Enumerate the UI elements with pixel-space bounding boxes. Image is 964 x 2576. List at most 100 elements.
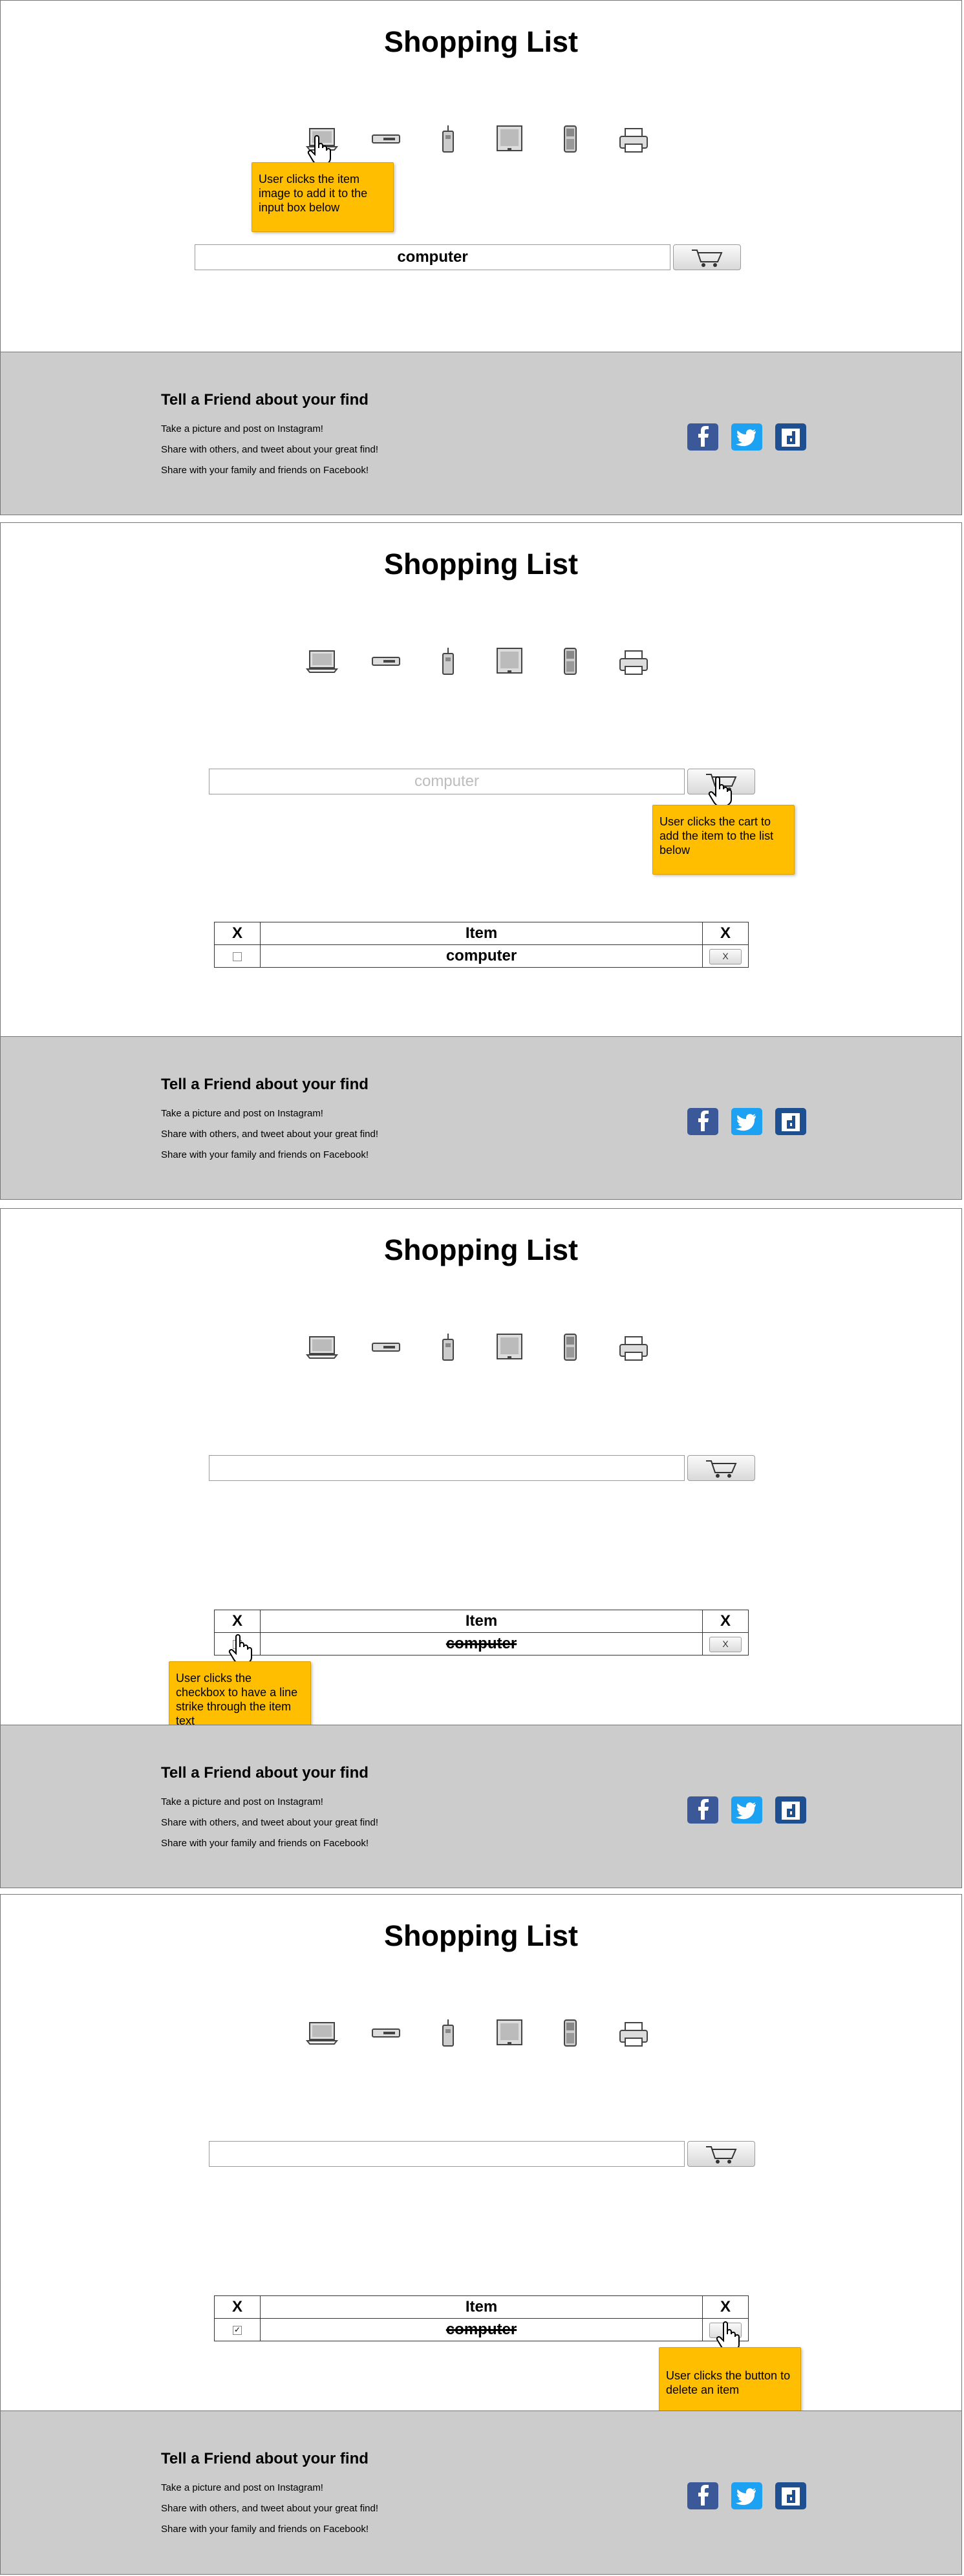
monitor-icon[interactable] — [496, 1333, 523, 1365]
phone-icon[interactable] — [440, 125, 456, 156]
footer-heading: Tell a Friend about your find — [161, 391, 369, 409]
column-header-check: X — [214, 922, 261, 945]
table-header-row: X Item X — [214, 1610, 749, 1633]
printer-icon[interactable] — [619, 1336, 648, 1365]
column-header-delete: X — [702, 1610, 749, 1633]
digg-icon[interactable] — [775, 423, 806, 451]
mobile-phone-icon[interactable] — [563, 647, 577, 679]
footer-line-1: Take a picture and post on Instagram! — [161, 423, 323, 434]
footer-line-1: Take a picture and post on Instagram! — [161, 1796, 323, 1807]
footer-line-3: Share with your family and friends on Fa… — [161, 1838, 369, 1849]
digg-icon[interactable] — [775, 2482, 806, 2509]
panel-step-1: Shopping List User clicks the item image… — [0, 0, 962, 515]
facebook-icon[interactable] — [687, 423, 718, 451]
mobile-phone-icon[interactable] — [563, 125, 577, 156]
hand-cursor-icon — [307, 135, 331, 165]
mobile-phone-icon[interactable] — [563, 2019, 577, 2050]
footer-line-1: Take a picture and post on Instagram! — [161, 1108, 323, 1119]
footer-line-2: Share with others, and tweet about your … — [161, 444, 379, 455]
laptop-icon[interactable] — [305, 1334, 339, 1363]
annotation-note-2: User clicks the cart to add the item to … — [652, 805, 795, 875]
digg-icon[interactable] — [775, 1108, 806, 1135]
twitter-icon[interactable] — [731, 423, 762, 451]
cart-icon — [706, 2146, 737, 2164]
delete-item-button[interactable]: X — [709, 948, 742, 964]
column-header-item: Item — [260, 2295, 703, 2319]
facebook-icon[interactable] — [687, 1108, 718, 1135]
footer-line-2: Share with others, and tweet about your … — [161, 2503, 379, 2514]
footer: Tell a Friend about your find Take a pic… — [1, 1725, 961, 1888]
monitor-icon[interactable] — [496, 2019, 523, 2050]
panel-step-2: Shopping List computer User clicks the c… — [0, 522, 962, 1200]
item-icon-row — [305, 2019, 655, 2052]
page-title: Shopping List — [384, 548, 578, 580]
add-to-cart-button[interactable] — [673, 244, 741, 270]
dvd-player-icon[interactable] — [372, 1342, 400, 1356]
twitter-icon[interactable] — [731, 2482, 762, 2509]
table-header-row: X Item X — [214, 2295, 749, 2319]
footer-line-1: Take a picture and post on Instagram! — [161, 2482, 323, 2493]
column-header-item: Item — [260, 922, 703, 945]
item-text: computer — [445, 2321, 517, 2338]
column-header-delete: X — [702, 922, 749, 945]
printer-icon[interactable] — [619, 127, 648, 156]
item-checkbox[interactable] — [233, 952, 242, 961]
annotation-note-1: User clicks the item image to add it to … — [252, 162, 394, 232]
footer: Tell a Friend about your find Take a pic… — [1, 1036, 961, 1199]
item-input[interactable] — [209, 1455, 685, 1481]
footer: Tell a Friend about your find Take a pic… — [1, 2411, 961, 2574]
add-to-cart-button[interactable] — [687, 2141, 755, 2167]
shopping-list-table: X Item X ✓ computer X — [214, 1610, 749, 1655]
footer-line-2: Share with others, and tweet about your … — [161, 1129, 379, 1140]
monitor-icon[interactable] — [496, 125, 523, 156]
footer: Tell a Friend about your find Take a pic… — [1, 352, 961, 515]
phone-icon[interactable] — [440, 2019, 456, 2050]
footer-line-3: Share with your family and friends on Fa… — [161, 1149, 369, 1160]
dvd-player-icon[interactable] — [372, 134, 400, 147]
page-title: Shopping List — [384, 1233, 578, 1266]
item-icon-row — [305, 647, 655, 681]
phone-icon[interactable] — [440, 1333, 456, 1365]
printer-icon[interactable] — [619, 2021, 648, 2050]
panel-step-4: Shopping List X Item X ✓ computer X User… — [0, 1894, 962, 2575]
footer-line-3: Share with your family and friends on Fa… — [161, 465, 369, 476]
monitor-icon[interactable] — [496, 647, 523, 679]
laptop-icon[interactable] — [305, 2020, 339, 2049]
twitter-icon[interactable] — [731, 1108, 762, 1135]
table-row: ✓ computer X — [214, 1632, 749, 1655]
printer-icon[interactable] — [619, 650, 648, 679]
column-header-item: Item — [260, 1610, 703, 1633]
column-header-check: X — [214, 1610, 261, 1633]
shopping-list-table: X Item X ✓ computer X — [214, 2295, 749, 2341]
column-header-check: X — [214, 2295, 261, 2319]
footer-heading: Tell a Friend about your find — [161, 1076, 369, 1093]
item-input[interactable] — [209, 2141, 685, 2167]
footer-heading: Tell a Friend about your find — [161, 2450, 369, 2467]
item-input[interactable]: computer — [195, 244, 670, 270]
footer-line-2: Share with others, and tweet about your … — [161, 1817, 379, 1828]
panel-step-3: Shopping List X Item X ✓ computer X User… — [0, 1208, 962, 1888]
page-title: Shopping List — [384, 1919, 578, 1952]
shopping-list-table: X Item X computer X — [214, 922, 749, 968]
footer-heading: Tell a Friend about your find — [161, 1764, 369, 1782]
cart-icon — [706, 1460, 737, 1478]
phone-icon[interactable] — [440, 647, 456, 679]
hand-cursor-icon — [708, 776, 732, 807]
item-input[interactable]: computer — [209, 769, 685, 794]
item-icon-row — [305, 125, 655, 158]
laptop-icon[interactable] — [305, 648, 339, 677]
digg-icon[interactable] — [775, 1796, 806, 1824]
facebook-icon[interactable] — [687, 2482, 718, 2509]
item-checkbox[interactable]: ✓ — [233, 2325, 242, 2335]
item-text: computer — [445, 1635, 517, 1652]
facebook-icon[interactable] — [687, 1796, 718, 1824]
annotation-note-4: User clicks the button to delete an item — [659, 2347, 801, 2412]
page-title: Shopping List — [384, 25, 578, 58]
mobile-phone-icon[interactable] — [563, 1333, 577, 1365]
delete-item-button[interactable]: X — [709, 1636, 742, 1652]
add-to-cart-button[interactable] — [687, 1455, 755, 1481]
hand-cursor-icon — [228, 1634, 252, 1665]
twitter-icon[interactable] — [731, 1796, 762, 1824]
dvd-player-icon[interactable] — [372, 656, 400, 670]
dvd-player-icon[interactable] — [372, 2028, 400, 2041]
